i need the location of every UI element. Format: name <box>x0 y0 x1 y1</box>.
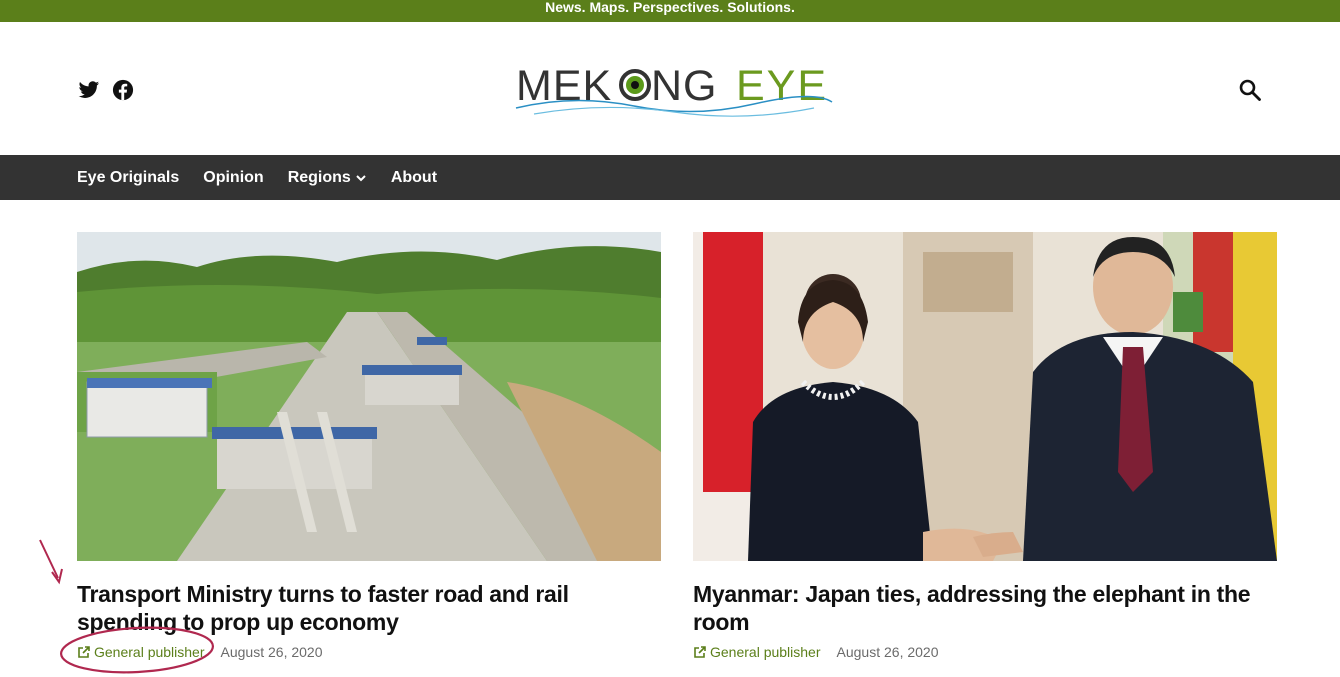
nav-item-about[interactable]: About <box>391 169 437 187</box>
nav-item-regions[interactable]: Regions <box>288 169 367 187</box>
publisher-link[interactable]: General publisher <box>693 644 821 660</box>
publisher-link[interactable]: General publisher <box>77 644 205 660</box>
tagline-bar: News. Maps. Perspectives. Solutions. <box>0 0 1340 22</box>
search-icon[interactable] <box>1238 78 1264 104</box>
facebook-icon[interactable] <box>112 79 134 101</box>
article-date: August 26, 2020 <box>220 644 323 660</box>
twitter-icon[interactable] <box>78 79 100 101</box>
article-title[interactable]: Myanmar: Japan ties, addressing the elep… <box>693 580 1277 636</box>
nav-item-label: About <box>390 168 438 186</box>
nav-item-opinion[interactable]: Opinion <box>203 169 263 187</box>
external-link-icon <box>78 646 90 658</box>
publisher-name: General publisher <box>710 644 821 660</box>
external-link-icon <box>694 646 706 658</box>
logo-eye-pupil <box>631 81 639 89</box>
article-title[interactable]: Transport Ministry turns to faster road … <box>77 580 661 636</box>
article-meta: General publisher August 26, 2020 <box>77 644 661 660</box>
article-date: August 26, 2020 <box>836 644 939 660</box>
article-meta: General publisher August 26, 2020 <box>693 644 1277 660</box>
logo-text-mek: MEK <box>516 62 612 110</box>
article-image-toll-plaza[interactable] <box>77 232 661 561</box>
social-links <box>78 79 134 101</box>
site-header: MEK NG EYE <box>0 22 1340 155</box>
tagline: News. Maps. Perspectives. Solutions. <box>545 0 795 15</box>
article-card: Transport Ministry turns to faster road … <box>77 232 661 660</box>
annotation-arrow-line <box>39 539 59 579</box>
nav-item-label: Opinion <box>203 168 264 186</box>
main-nav: Eye Originals Opinion Regions About <box>0 155 1340 200</box>
nav-item-label: Eye Originals <box>77 168 180 186</box>
chevron-down-icon <box>356 174 366 181</box>
nav-item-eye-originals[interactable]: Eye Originals <box>77 169 179 187</box>
site-logo[interactable]: MEK NG EYE <box>514 58 834 118</box>
article-card: Myanmar: Japan ties, addressing the elep… <box>693 232 1277 660</box>
publisher-name: General publisher <box>94 644 205 660</box>
article-image-leaders-handshake[interactable] <box>693 232 1277 561</box>
logo-text-eye: EYE <box>736 62 828 110</box>
logo-text-ng: NG <box>651 62 718 110</box>
annotation-arrow-head <box>51 568 63 585</box>
nav-item-label: Regions <box>287 168 351 186</box>
